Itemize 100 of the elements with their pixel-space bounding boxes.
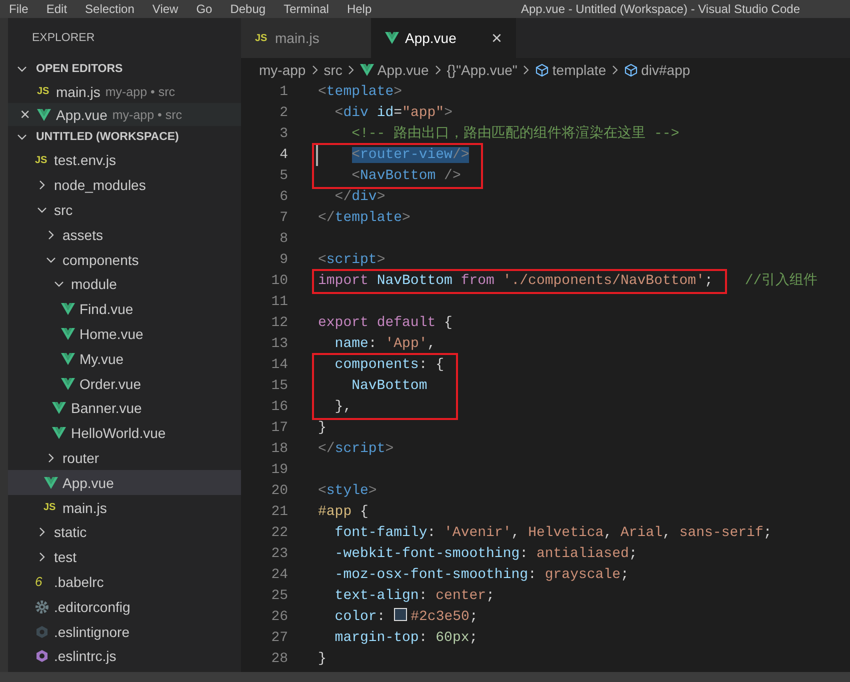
- tree-item[interactable]: Banner.vue: [8, 396, 241, 421]
- menu-item[interactable]: Go: [187, 2, 222, 16]
- code-line: margin-top: 60px;: [334, 629, 479, 648]
- chevron-icon: [347, 65, 356, 75]
- tree-item[interactable]: src: [8, 198, 241, 222]
- tree-item[interactable]: Find.vue: [8, 296, 241, 322]
- line-number: 7: [278, 209, 288, 228]
- js-file-icon: JS: [37, 86, 51, 97]
- chevron-icon: [310, 65, 319, 75]
- js-file-icon: JS: [35, 154, 49, 166]
- section-header[interactable]: UNTITLED (WORKSPACE): [8, 126, 241, 148]
- gear-icon: [35, 600, 49, 614]
- v-shape-icon: [44, 476, 58, 489]
- close-icon[interactable]: ×: [491, 28, 502, 48]
- breadcrumb-item[interactable]: {}"App.vue": [446, 62, 518, 78]
- tree-item[interactable]: assets: [8, 222, 241, 248]
- code-comment: //引入组件: [744, 272, 818, 291]
- tree-item[interactable]: .eslintignore: [8, 619, 241, 644]
- breadcrumb-item[interactable]: src: [324, 62, 342, 78]
- menu-item[interactable]: File: [0, 2, 38, 16]
- line-number: 6: [278, 188, 288, 207]
- tree-item[interactable]: Order.vue: [8, 371, 241, 396]
- line-number: 21: [270, 503, 288, 522]
- tree-item[interactable]: 6 .babelrc: [8, 570, 241, 594]
- menu-item[interactable]: View: [143, 2, 188, 16]
- line-number: 13: [270, 335, 288, 354]
- line-number: 23: [270, 545, 288, 564]
- file-path: my-app • src: [112, 108, 182, 122]
- v-shape-icon: [60, 378, 74, 390]
- open-editor-item[interactable]: JS main.js my-app • src: [8, 80, 241, 103]
- tree-item[interactable]: module: [8, 272, 241, 297]
- tree-item[interactable]: router: [8, 446, 241, 470]
- menu-item[interactable]: Edit: [37, 2, 76, 16]
- close-icon[interactable]: ×: [20, 106, 30, 123]
- babel-file-icon: 6: [35, 574, 49, 590]
- tree-item[interactable]: App.vue: [8, 470, 241, 496]
- tree-item[interactable]: node_modules: [8, 172, 241, 198]
- hexagon-icon: [35, 649, 49, 664]
- v-shape-icon: [52, 402, 66, 414]
- tree-item[interactable]: .eslintrc.js: [8, 644, 241, 669]
- code-line: },: [334, 398, 353, 417]
- chevron-icon: [46, 254, 56, 265]
- menu-item[interactable]: Terminal: [274, 2, 338, 16]
- line-number: 12: [270, 314, 288, 333]
- line-number: 20: [270, 482, 288, 501]
- v-shape-icon: [60, 328, 74, 340]
- code-line: color: #2c3e50;: [334, 607, 479, 627]
- file-path: my-app • src: [105, 84, 176, 98]
- color-swatch-icon[interactable]: [394, 608, 407, 621]
- line-number: 14: [270, 356, 288, 375]
- section-header[interactable]: OPEN EDITORS: [8, 58, 241, 80]
- tree-item[interactable]: .editorconfig: [8, 594, 241, 620]
- menu-item[interactable]: Help: [338, 2, 381, 16]
- chevron-icon: [54, 279, 64, 290]
- tree-item[interactable]: Home.vue: [8, 322, 241, 346]
- tree-item[interactable]: components: [8, 247, 241, 272]
- breadcrumb-item[interactable]: template: [535, 62, 606, 78]
- tree-item[interactable]: test: [8, 544, 241, 570]
- editor-tab[interactable]: JS main.js: [241, 18, 371, 58]
- line-number: 1: [278, 83, 288, 102]
- code-line: </div>: [334, 188, 386, 207]
- tree-item[interactable]: HelloWorld.vue: [8, 420, 241, 446]
- breadcrumb-item[interactable]: my-app: [259, 62, 306, 78]
- chevron-icon: [522, 65, 530, 75]
- chevron-icon: [37, 552, 47, 562]
- tree-item[interactable]: static: [8, 520, 241, 545]
- code-line: <div id="app">: [334, 104, 454, 123]
- breadcrumb-item[interactable]: div#app: [624, 62, 690, 78]
- code-line: <style>: [318, 482, 378, 501]
- line-number: 11: [270, 293, 288, 312]
- breadcrumb-item[interactable]: App.vue: [360, 62, 429, 78]
- code-line: NavBottom: [350, 377, 428, 396]
- code-line: -webkit-font-smoothing: antialiased;: [334, 545, 638, 564]
- tree-item[interactable]: JS test.env.js: [8, 148, 241, 173]
- line-number: 10: [270, 272, 288, 291]
- menu-item[interactable]: Debug: [221, 2, 275, 16]
- line-number: 9: [278, 251, 288, 270]
- tree-item[interactable]: My.vue: [8, 346, 241, 372]
- open-editor-item[interactable]: × App.vue my-app • src: [8, 103, 241, 126]
- chevron-icon: [37, 527, 47, 538]
- v-shape-icon: [60, 303, 74, 316]
- tree-item[interactable]: JS main.js: [8, 495, 241, 520]
- line-number: 3: [278, 125, 288, 144]
- code-line: #app {: [318, 503, 370, 522]
- chevron-icon: [37, 180, 47, 190]
- line-number: 24: [270, 566, 288, 585]
- js-file-icon: JS: [44, 502, 58, 514]
- editor-tab[interactable]: App.vue ×: [371, 18, 516, 58]
- line-number: 8: [278, 230, 288, 249]
- line-number: 2: [278, 104, 288, 123]
- chevron-icon: [17, 64, 27, 74]
- code-line: }: [318, 650, 328, 669]
- cube-icon: [624, 63, 638, 77]
- line-number: 19: [270, 461, 288, 480]
- v-shape-icon: [37, 108, 51, 120]
- chevron-icon: [46, 452, 56, 463]
- line-number: 26: [270, 608, 288, 627]
- code-line: name: 'App',: [334, 335, 437, 354]
- menu-item[interactable]: Selection: [76, 2, 144, 16]
- chevron-icon: [611, 65, 620, 75]
